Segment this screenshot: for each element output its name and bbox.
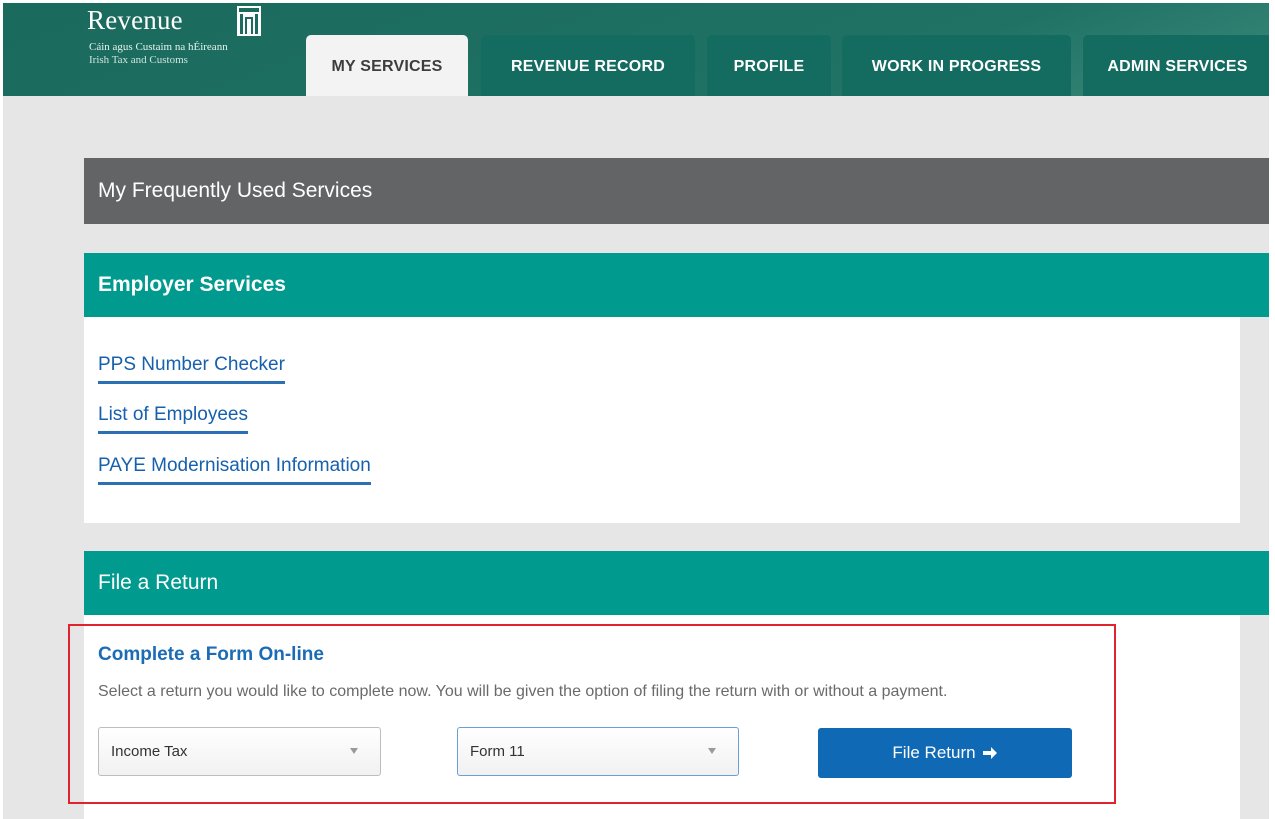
list-of-employees-link[interactable]: List of Employees: [98, 404, 248, 434]
site-header: Revenue Cáin agus Custaim na hÉireann Ir…: [3, 3, 1269, 96]
arrow-right-icon: [982, 747, 997, 759]
logo-wordmark: Revenue: [87, 5, 183, 35]
revenue-logo[interactable]: Revenue Cáin agus Custaim na hÉireann Ir…: [87, 5, 287, 95]
form-section-description: Select a return you would like to comple…: [98, 683, 948, 700]
tax-type-select-value: Income Tax: [111, 743, 188, 760]
file-return-header: File a Return: [84, 551, 1269, 615]
logo-subtitle-english: Irish Tax and Customs: [89, 54, 188, 66]
form-select[interactable]: Form 11: [457, 727, 739, 776]
pps-number-checker-link[interactable]: PPS Number Checker: [98, 354, 285, 384]
tax-type-select[interactable]: Income Tax: [98, 727, 381, 776]
form-select-value: Form 11: [470, 743, 525, 760]
chevron-down-icon: [350, 748, 358, 754]
file-return-button[interactable]: File Return: [818, 728, 1072, 778]
paye-modernisation-link[interactable]: PAYE Modernisation Information: [98, 455, 371, 485]
tab-admin-services[interactable]: ADMIN SERVICES: [1083, 35, 1269, 96]
page-edge: [1269, 0, 1275, 819]
tab-my-services[interactable]: MY SERVICES: [306, 35, 468, 96]
tab-revenue-record[interactable]: REVENUE RECORD: [481, 35, 695, 96]
tab-work-in-progress[interactable]: WORK IN PROGRESS: [842, 35, 1071, 96]
employer-services-panel: [84, 317, 1240, 523]
building-icon: [237, 6, 261, 36]
chevron-down-icon: [708, 748, 716, 754]
tab-profile[interactable]: PROFILE: [707, 35, 831, 96]
frequent-services-header: My Frequently Used Services: [84, 158, 1269, 224]
form-section-title: Complete a Form On-line: [98, 644, 324, 665]
file-return-button-label: File Return: [892, 743, 976, 762]
employer-services-header: Employer Services: [84, 253, 1269, 317]
logo-subtitle-irish: Cáin agus Custaim na hÉireann: [89, 41, 228, 53]
